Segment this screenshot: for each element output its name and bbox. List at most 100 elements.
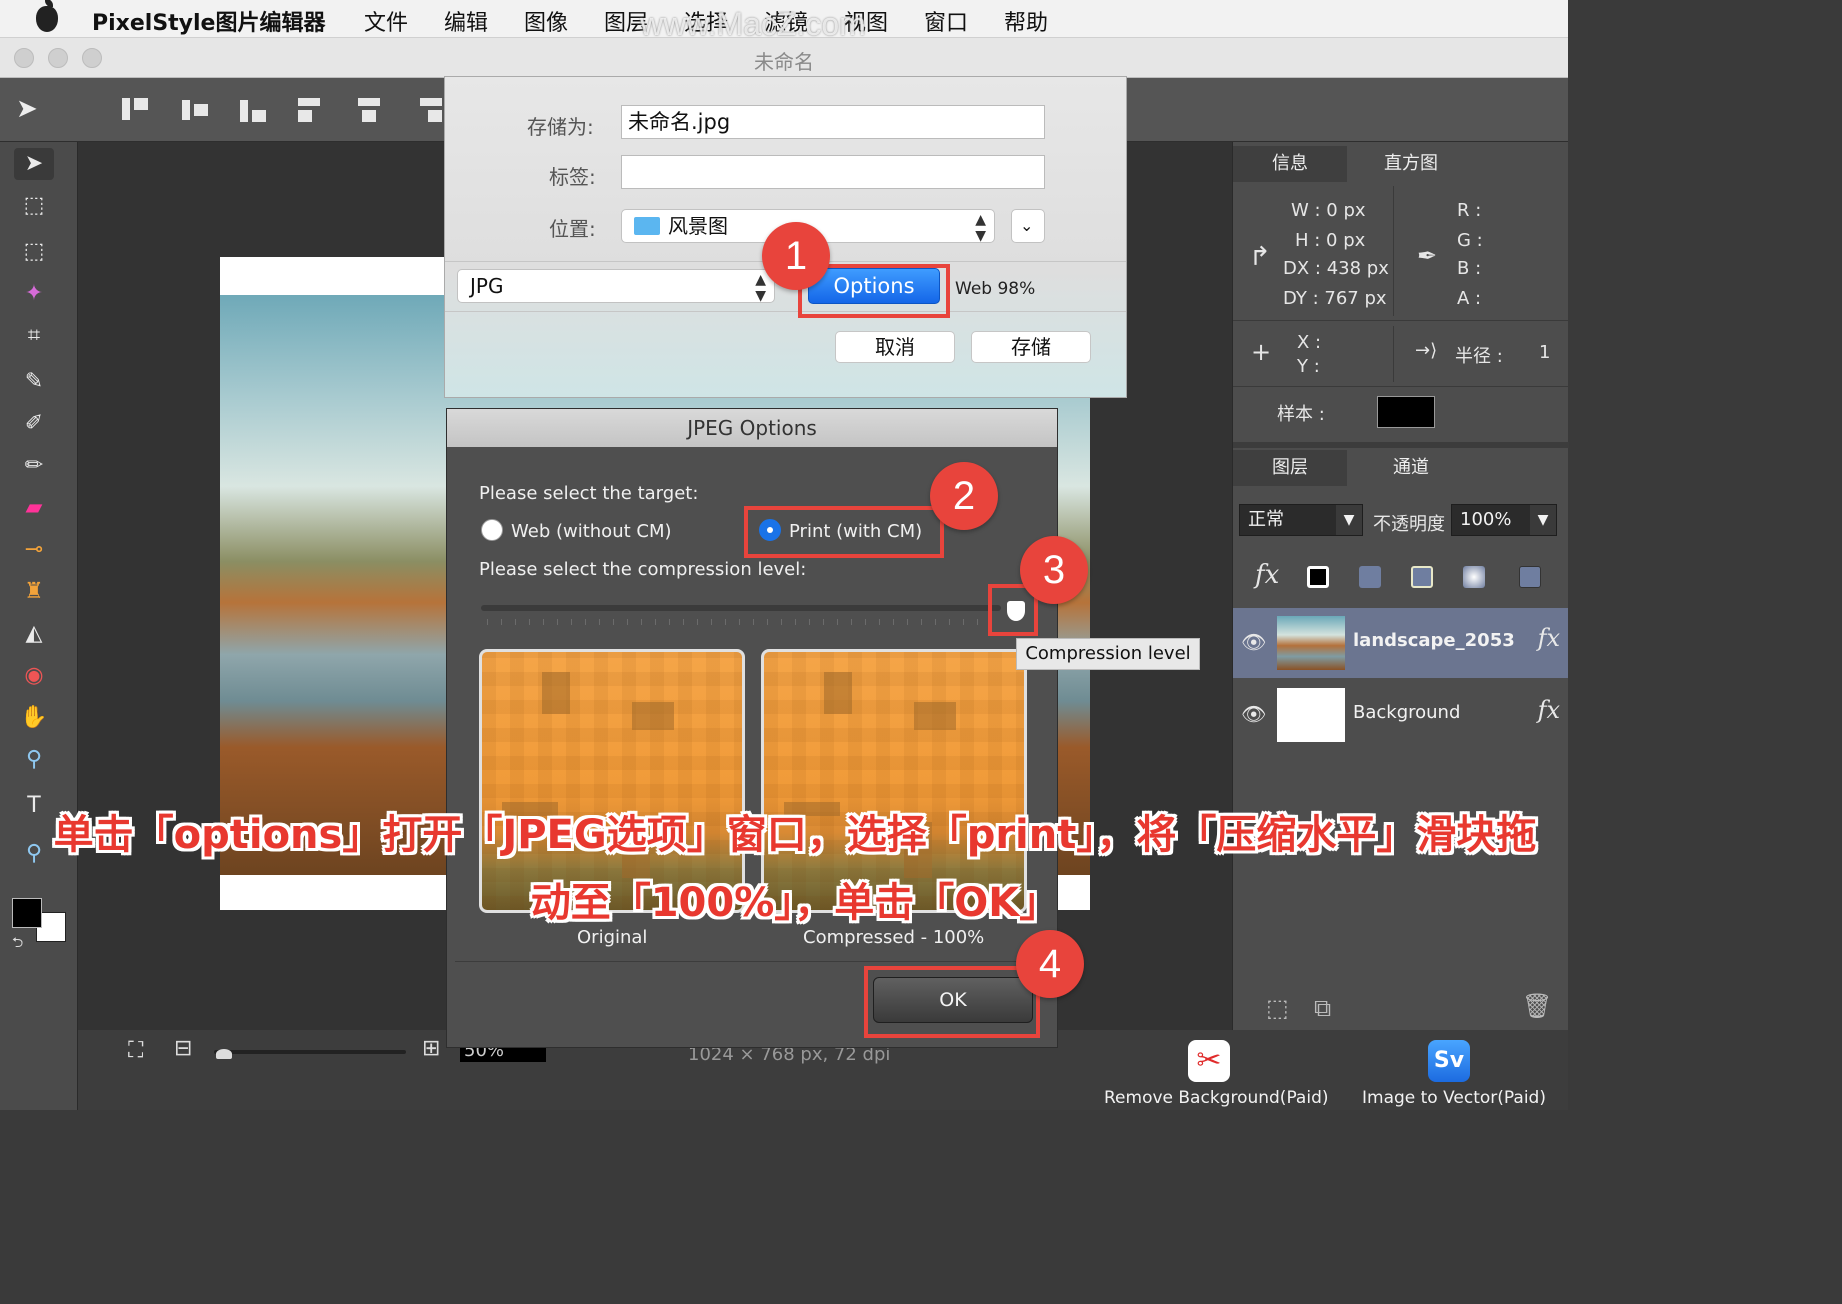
save-as-input[interactable]: 未命名.jpg — [621, 105, 1045, 139]
crop-tool[interactable]: ⌗ — [14, 320, 54, 352]
chevron-down-icon: ▼ — [1336, 505, 1362, 535]
radio-web-label[interactable]: Web (without CM) — [511, 521, 672, 542]
move-tool[interactable]: ➤ — [14, 148, 54, 180]
zoom-in-icon[interactable]: ⊞ — [422, 1036, 440, 1061]
zoom-slider[interactable] — [214, 1050, 406, 1054]
info-w: W : 0 px — [1291, 200, 1366, 221]
bevel-style-icon[interactable] — [1519, 566, 1541, 588]
tab-channels[interactable]: 通道 — [1349, 450, 1473, 486]
tab-info[interactable]: 信息 — [1233, 146, 1347, 182]
magic-wand-tool[interactable]: ✦ — [14, 278, 54, 310]
align-left-icon[interactable] — [296, 94, 328, 126]
trash-icon[interactable]: 🗑 — [1522, 992, 1552, 1020]
smudge-tool[interactable]: ✏ — [14, 450, 54, 482]
shadow-style-icon[interactable] — [1359, 566, 1381, 588]
brush-tool[interactable]: ✎ — [14, 366, 54, 398]
location-value: 风景图 — [668, 214, 728, 238]
compression-slider[interactable] — [481, 605, 1001, 611]
stamp-tool[interactable]: ♜ — [14, 576, 54, 608]
menu-window[interactable]: 窗口 — [924, 5, 968, 37]
chevron-down-icon: ▼ — [1530, 505, 1556, 535]
tags-input[interactable] — [621, 155, 1045, 189]
inner-glow-style-icon[interactable] — [1463, 566, 1485, 588]
expand-dialog-button[interactable]: ⌄ — [1011, 209, 1045, 243]
layer-row[interactable]: 👁 Background fx — [1233, 680, 1568, 750]
tutorial-caption-line1: 单击「options」打开「JPEG选项」窗口，选择「print」，将「压缩水平… — [53, 812, 1537, 858]
quality-text: Web 98% — [955, 279, 1036, 299]
info-dy: DY : 767 px — [1283, 288, 1387, 309]
menu-help[interactable]: 帮助 — [1004, 5, 1048, 37]
foreground-color-swatch[interactable] — [12, 898, 42, 928]
opacity-select[interactable]: 100% ▼ — [1451, 504, 1557, 536]
cancel-button[interactable]: 取消 — [835, 331, 955, 363]
new-layer-icon[interactable]: ⬚ — [1266, 994, 1289, 1022]
align-bottom-icon[interactable] — [238, 94, 270, 126]
sample-color-swatch[interactable] — [1377, 396, 1435, 428]
info-b: B : — [1457, 258, 1482, 279]
align-vcenter-icon[interactable] — [180, 94, 212, 126]
updown-icon: ▲ ▼ — [975, 212, 986, 244]
tab-histogram[interactable]: 直方图 — [1349, 146, 1473, 182]
menu-edit[interactable]: 编辑 — [444, 5, 488, 37]
title-bar: 未命名 — [0, 38, 1568, 78]
layer-fx-icon[interactable]: fx — [1538, 624, 1560, 652]
pencil-tool[interactable]: ✐ — [14, 408, 54, 440]
align-top-icon[interactable] — [120, 94, 152, 126]
radio-web[interactable] — [481, 519, 503, 541]
align-hcenter-icon[interactable] — [354, 94, 386, 126]
apple-icon[interactable] — [36, 0, 58, 32]
fx-icon[interactable]: fx — [1255, 560, 1279, 590]
marquee-tool[interactable]: ⬚ — [14, 236, 54, 268]
info-dx: DX : 438 px — [1283, 258, 1389, 279]
eyedropper-tool[interactable]: ⊸ — [14, 534, 54, 566]
bucket-tool[interactable]: ◭ — [14, 618, 54, 650]
save-button[interactable]: 存储 — [971, 331, 1091, 363]
blend-mode-select[interactable]: 正常 ▼ — [1239, 504, 1363, 536]
location-label: 位置: — [549, 217, 596, 241]
info-a: A : — [1457, 288, 1482, 309]
duplicate-layer-icon[interactable]: ⧉ — [1314, 994, 1331, 1022]
move-tool-icon[interactable]: ➤ — [16, 94, 48, 126]
info-x: X : — [1297, 332, 1322, 353]
opacity-label: 不透明度 — [1373, 514, 1445, 535]
step-badge: 1 — [762, 222, 830, 290]
radius-value[interactable]: 1 — [1539, 342, 1550, 363]
format-value: JPG — [470, 274, 504, 298]
image-to-vector-label[interactable]: Image to Vector(Paid) — [1362, 1088, 1546, 1108]
magnifier-tool[interactable]: ⚲ — [14, 838, 54, 870]
transform-tool[interactable]: ⬚ — [14, 190, 54, 222]
stroke-style-icon[interactable] — [1307, 566, 1329, 588]
zoom-tool[interactable]: ⚲ — [14, 744, 54, 776]
tab-layers[interactable]: 图层 — [1233, 450, 1347, 486]
blend-mode-value: 正常 — [1248, 509, 1284, 530]
format-select[interactable]: JPG ▲ ▼ — [457, 269, 775, 304]
remove-background-label[interactable]: Remove Background(Paid) — [1104, 1088, 1329, 1108]
image-to-vector-icon[interactable]: Sv — [1428, 1040, 1470, 1082]
info-r: R : — [1457, 200, 1482, 221]
radius-label: 半径 : — [1455, 346, 1503, 367]
compressed-label: Compressed - 100% — [803, 927, 985, 948]
eye-icon[interactable]: 👁 — [1241, 702, 1266, 726]
compression-tooltip: Compression level — [1016, 638, 1200, 670]
eye-icon[interactable]: 👁 — [1241, 630, 1266, 654]
layer-row[interactable]: 👁 landscape_2053 fx — [1233, 608, 1568, 678]
menu-file[interactable]: 文件 — [364, 5, 408, 37]
zoom-out-icon[interactable]: ⊟ — [174, 1036, 192, 1061]
redeye-tool[interactable]: ◉ — [14, 660, 54, 692]
info-h: H : 0 px — [1295, 230, 1366, 251]
swap-colors-icon[interactable]: ⮌ — [12, 932, 23, 956]
app-menu[interactable]: PixelStyle图片编辑器 — [92, 5, 325, 37]
save-as-label: 存储为: — [527, 115, 594, 139]
outer-glow-style-icon[interactable] — [1411, 566, 1433, 588]
remove-background-icon[interactable]: ✂ — [1188, 1040, 1230, 1082]
zoom-slider-knob[interactable] — [216, 1049, 232, 1059]
layer-fx-icon[interactable]: fx — [1538, 696, 1560, 724]
align-right-icon[interactable] — [412, 94, 444, 126]
step-badge: 4 — [1016, 930, 1084, 998]
fit-screen-icon[interactable]: ⛶ — [128, 1038, 143, 1063]
text-tool[interactable]: T — [14, 790, 54, 822]
sample-label: 样本 : — [1277, 404, 1325, 425]
hand-tool[interactable]: ✋ — [14, 702, 54, 734]
eraser-tool[interactable]: ▰ — [14, 492, 54, 524]
menu-image[interactable]: 图像 — [524, 5, 568, 37]
